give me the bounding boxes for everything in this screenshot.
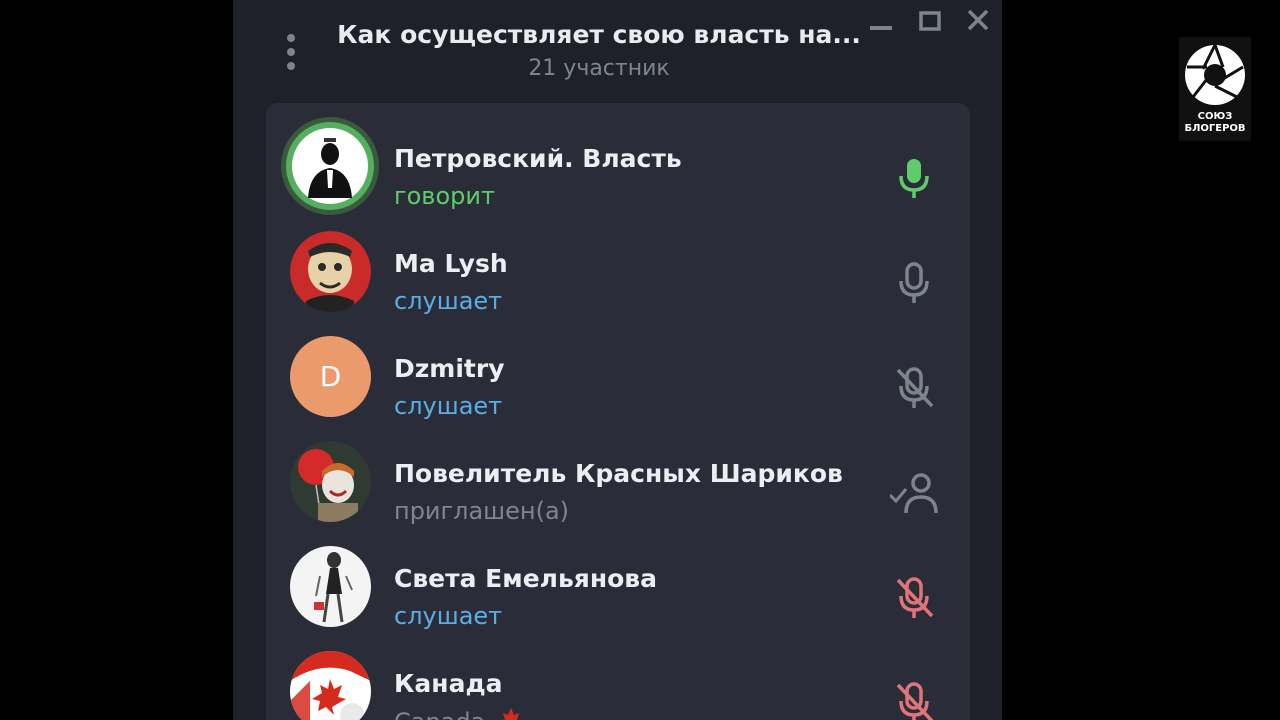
avatar-letter: D xyxy=(290,336,371,417)
user-invited-icon[interactable] xyxy=(890,469,938,517)
participant-name: Повелитель Красных Шариков xyxy=(394,459,843,488)
avatar xyxy=(280,116,380,216)
participant-status: приглашен(а) xyxy=(394,497,570,525)
maple-leaf-icon xyxy=(498,708,523,720)
mic-force-muted-icon[interactable] xyxy=(890,574,938,622)
participant-row[interactable]: Канада Canada xyxy=(266,641,970,720)
participant-status: говорит xyxy=(394,182,495,210)
participant-status-text: Canada xyxy=(394,708,485,720)
participant-name: Петровский. Власть xyxy=(394,144,682,173)
more-options-button[interactable] xyxy=(281,34,301,70)
participant-row[interactable]: Повелитель Красных Шариков приглашен(а) xyxy=(266,431,970,536)
participant-status: Canada xyxy=(394,707,525,720)
watermark-logo: СОЮЗ БЛОГЕРОВ xyxy=(1179,37,1251,141)
minimize-button[interactable] xyxy=(866,8,896,34)
menu-dot xyxy=(287,34,295,42)
maximize-icon xyxy=(919,11,941,31)
avatar xyxy=(290,441,371,522)
mic-muted-icon[interactable] xyxy=(890,364,938,412)
participant-row[interactable]: Света Емельянова слушает xyxy=(266,536,970,641)
minimize-icon xyxy=(870,26,892,30)
menu-dot xyxy=(287,62,295,70)
avatar xyxy=(290,651,371,720)
participant-name: Света Емельянова xyxy=(394,564,657,593)
participant-status: слушает xyxy=(394,287,503,315)
participant-row[interactable]: Ma Lysh слушает xyxy=(266,221,970,326)
avatar xyxy=(290,231,371,312)
mic-active-icon[interactable] xyxy=(890,154,938,202)
participant-row[interactable]: Петровский. Власть говорит xyxy=(266,116,970,221)
mic-icon[interactable] xyxy=(890,259,938,307)
maximize-button[interactable] xyxy=(915,8,945,34)
menu-dot xyxy=(287,48,295,56)
participant-status: слушает xyxy=(394,602,503,630)
participant-name: Ma Lysh xyxy=(394,249,508,278)
participant-name: Dzmitry xyxy=(394,354,505,383)
close-icon xyxy=(967,9,989,31)
participant-name: Канада xyxy=(394,669,503,698)
watermark-line1: СОЮЗ xyxy=(1197,111,1233,122)
close-button[interactable] xyxy=(963,8,993,34)
participant-row[interactable]: D Dzmitry слушает xyxy=(266,326,970,431)
participant-status: слушает xyxy=(394,392,503,420)
chat-title: Как осуществляет свою власть на... xyxy=(337,20,861,49)
avatar xyxy=(290,546,371,627)
participants-list: Петровский. Власть говорит Ma Lysh слуша… xyxy=(266,103,970,720)
participant-count: 21 участник xyxy=(528,56,670,81)
aperture-icon xyxy=(1185,44,1245,105)
voice-chat-window: Как осуществляет свою власть на... 21 уч… xyxy=(233,0,1002,720)
mic-force-muted-icon[interactable] xyxy=(890,679,938,720)
watermark-line2: БЛОГЕРОВ xyxy=(1184,123,1246,134)
